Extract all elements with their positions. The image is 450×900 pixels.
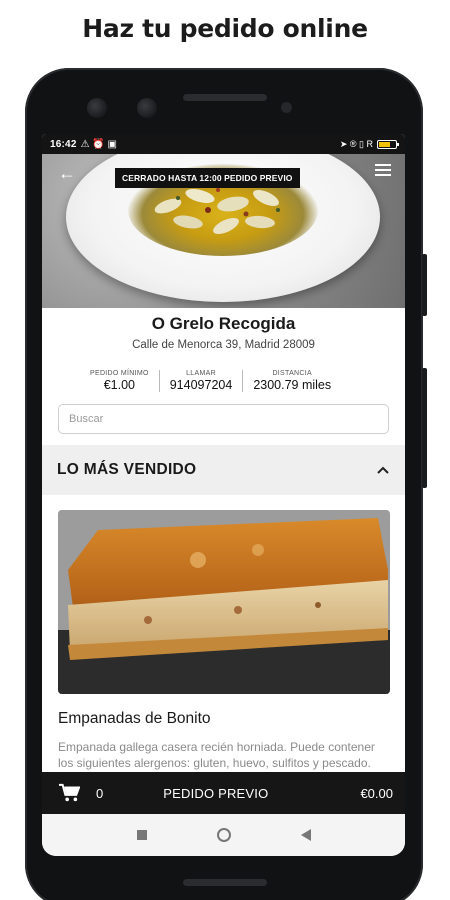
info-call[interactable]: LLAMAR 914097204	[158, 370, 243, 392]
product-description: Empanada gallega casera recién horniada.…	[58, 740, 375, 770]
front-camera-icon	[87, 98, 107, 118]
info-row: PEDIDO MÍNIMO €1.00 LLAMAR 914097204 DIS…	[80, 370, 380, 392]
proximity-sensor	[281, 102, 292, 113]
product-image[interactable]	[58, 510, 390, 694]
earpiece-speaker	[183, 94, 267, 101]
search-input[interactable]	[58, 404, 389, 434]
front-camera-icon	[137, 98, 157, 118]
info-distance: DISTANCIA 2300.79 miles	[242, 370, 341, 392]
recents-button[interactable]	[136, 830, 147, 840]
empanada-image	[58, 510, 390, 694]
info-label: PEDIDO MÍNIMO	[90, 370, 149, 377]
preorder-button[interactable]: PEDIDO PREVIO	[163, 786, 268, 801]
product-name[interactable]: Empanadas de Bonito	[58, 710, 211, 728]
cart-count: 0	[96, 785, 104, 801]
back-arrow-icon[interactable]: ←	[58, 164, 76, 182]
info-value: 2300.79 miles	[253, 378, 332, 392]
status-time: 16:42	[50, 138, 77, 150]
section-title: LO MÁS VENDIDO	[57, 461, 197, 478]
home-button[interactable]	[216, 828, 231, 842]
closed-status-badge: CERRADO HASTA 12:00 PEDIDO PREVIO	[115, 168, 300, 188]
phone-number-link[interactable]: 914097204	[170, 378, 233, 392]
system-status-icons: ➤ ® ▯ R	[339, 138, 373, 149]
cart-total: €0.00	[360, 785, 393, 801]
notification-icons: ⚠ ⏰ ▣	[80, 138, 117, 150]
status-bar: 16:42 ⚠ ⏰ ▣ ➤ ® ▯ R	[42, 134, 405, 154]
restaurant-address: Calle de Menorca 39, Madrid 28009	[132, 339, 315, 351]
info-value: €1.00	[103, 378, 135, 392]
chevron-up-icon[interactable]	[376, 465, 390, 475]
info-minimum-order: PEDIDO MÍNIMO €1.00	[80, 370, 159, 392]
battery-icon	[377, 139, 399, 149]
power-button	[422, 254, 427, 316]
hero-image: ← CERRADO HASTA 12:00 PEDIDO PREVIO	[42, 154, 405, 308]
restaurant-name: O Grelo Recogida	[151, 314, 296, 333]
android-nav-bar	[42, 814, 405, 856]
cart-bar[interactable]: 0 PEDIDO PREVIO €0.00	[42, 772, 405, 814]
volume-button	[422, 368, 427, 488]
promo-headline: Haz tu pedido online	[82, 14, 368, 43]
app-screen: 16:42 ⚠ ⏰ ▣ ➤ ® ▯ R ← CERRADO HASTA 12:0…	[42, 134, 405, 856]
phone-frame: 16:42 ⚠ ⏰ ▣ ➤ ® ▯ R ← CERRADO HASTA 12:0…	[25, 68, 427, 900]
back-button[interactable]	[300, 829, 311, 841]
info-label: DISTANCIA	[272, 370, 312, 377]
cart-icon[interactable]	[58, 783, 80, 803]
hamburger-menu-icon[interactable]	[375, 164, 391, 176]
page: Haz tu pedido online 16:42 ⚠ ⏰ ▣ ➤ ® ▯ R	[0, 0, 450, 900]
bottom-speaker	[183, 879, 267, 886]
info-label: LLAMAR	[186, 370, 216, 377]
status-right: ➤ ® ▯ R	[339, 138, 399, 150]
section-header-best-sellers[interactable]: LO MÁS VENDIDO	[42, 445, 405, 495]
